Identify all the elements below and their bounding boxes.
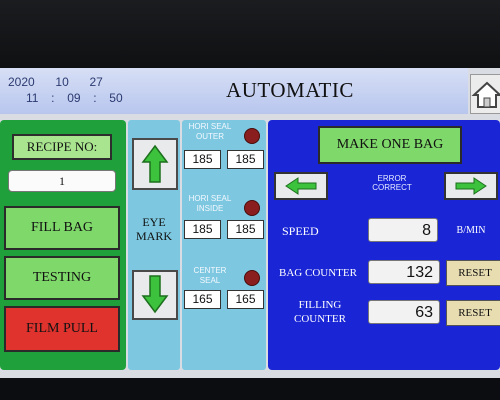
time-separator: : [93, 91, 97, 105]
error-correct-label: ERROR CORRECT [352, 174, 432, 192]
date-row: 2020 10 27 [8, 74, 123, 90]
date-day: 27 [89, 75, 103, 89]
time-row: 11 : 09 : 50 [8, 90, 123, 106]
filling-counter-value: 63 [368, 300, 440, 324]
bag-counter-reset-button[interactable]: RESET [446, 260, 500, 286]
recipe-value[interactable]: 1 [8, 170, 116, 192]
hori-seal-inside-setpoint[interactable]: 185 [227, 220, 264, 239]
home-icon [471, 81, 500, 108]
arrow-up-icon [141, 144, 169, 183]
time-minute: 09 [67, 91, 81, 105]
eye-mark-panel: EYE MARK [128, 120, 180, 370]
time-hour: 11 [26, 91, 39, 105]
error-correct-right-button[interactable] [444, 172, 498, 200]
eye-mark-label-line2: MARK [135, 229, 172, 243]
hori-seal-outer-setpoint[interactable]: 185 [227, 150, 264, 169]
device-bezel-top [0, 0, 500, 70]
center-seal-actual: 165 [184, 290, 221, 309]
speed-unit: B/MIN [456, 225, 486, 236]
center-seal-label-line2: SEAL [199, 276, 221, 285]
arrow-down-icon [141, 275, 169, 314]
arrow-right-icon [455, 177, 487, 195]
right-control-panel: MAKE ONE BAG ERROR CORRECT SPEED 8 B/MIN… [268, 120, 500, 370]
hori-seal-inside-label: HORI SEAL INSIDE [182, 194, 238, 214]
center-seal-setpoint[interactable]: 165 [227, 290, 264, 309]
hmi-screen: 2020 10 27 11 : 09 : 50 AUTOMATIC RECIPE… [0, 68, 500, 378]
filling-counter-reset-button[interactable]: RESET [446, 300, 500, 326]
device-bezel-bottom [0, 378, 500, 400]
center-seal-label: CENTER SEAL [182, 266, 238, 286]
eye-mark-label-line1: EYE [142, 215, 166, 229]
filling-counter-label: FILLING COUNTER [276, 298, 364, 326]
eye-mark-label: EYE MARK [128, 215, 180, 243]
date-month: 10 [55, 75, 69, 89]
error-correct-left-button[interactable] [274, 172, 328, 200]
arrow-left-icon [285, 177, 317, 195]
hori-seal-outer-label-line2: OUTER [196, 132, 224, 141]
filling-counter-label-line1: FILLING [298, 299, 342, 311]
hori-seal-inside-label-line1: HORI SEAL [188, 194, 232, 203]
left-control-panel: RECIPE NO: 1 FILL BAG TESTING FILM PULL [0, 120, 126, 370]
bag-counter-value: 132 [368, 260, 440, 284]
film-pull-button[interactable]: FILM PULL [4, 306, 120, 352]
hori-seal-outer-indicator [244, 128, 260, 144]
page-title: AUTOMATIC [226, 78, 354, 102]
seal-temperature-panel: HORI SEAL OUTER 185 185 HORI SEAL INSIDE… [182, 120, 266, 370]
date-year: 2020 [8, 75, 35, 89]
speed-value[interactable]: 8 [368, 218, 438, 242]
hori-seal-inside-actual: 185 [184, 220, 221, 239]
error-correct-label-line2: CORRECT [372, 183, 412, 192]
center-seal-label-line1: CENTER [193, 266, 227, 275]
time-separator: : [51, 91, 55, 105]
hori-seal-inside-indicator [244, 200, 260, 216]
hori-seal-outer-label: HORI SEAL OUTER [182, 122, 238, 142]
error-correct-label-line1: ERROR [377, 174, 407, 183]
testing-button[interactable]: TESTING [4, 256, 120, 300]
hori-seal-outer-actual: 185 [184, 150, 221, 169]
hori-seal-inside-label-line2: INSIDE [196, 204, 224, 213]
bag-counter-label: BAG COUNTER [279, 267, 357, 279]
home-button[interactable] [470, 74, 500, 114]
clock: 2020 10 27 11 : 09 : 50 [8, 74, 123, 106]
speed-label: SPEED [282, 224, 319, 238]
make-one-bag-button[interactable]: MAKE ONE BAG [318, 126, 462, 164]
hori-seal-outer-label-line1: HORI SEAL [188, 122, 232, 131]
center-seal-indicator [244, 270, 260, 286]
fill-bag-button[interactable]: FILL BAG [4, 206, 120, 250]
time-second: 50 [109, 91, 123, 105]
eye-mark-up-button[interactable] [132, 138, 178, 190]
filling-counter-label-line2: COUNTER [294, 313, 346, 325]
recipe-label: RECIPE NO: [12, 134, 112, 160]
eye-mark-down-button[interactable] [132, 270, 178, 320]
header-bar: 2020 10 27 11 : 09 : 50 AUTOMATIC [0, 68, 468, 114]
